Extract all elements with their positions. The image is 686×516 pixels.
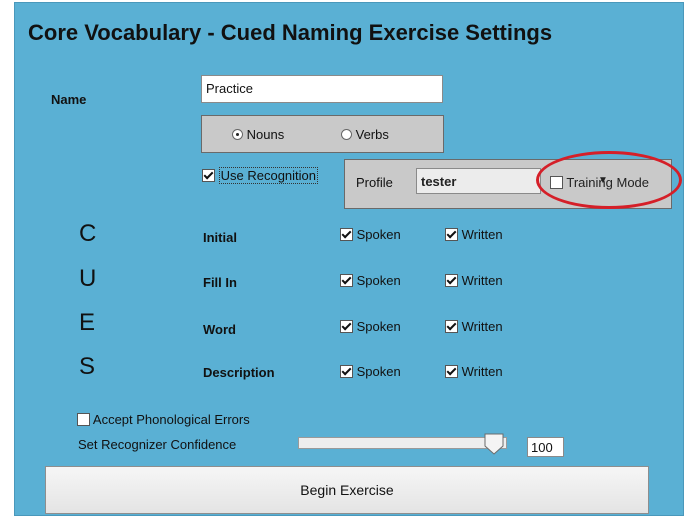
- written-label: Written: [461, 273, 503, 288]
- description-spoken-checkbox[interactable]: Spoken: [340, 364, 401, 379]
- verbs-radio[interactable]: Verbs: [341, 127, 389, 142]
- word-spoken-checkbox[interactable]: Spoken: [340, 319, 401, 334]
- page-title: Core Vocabulary - Cued Naming Exercise S…: [28, 20, 553, 45]
- cue-row-label: Description: [203, 365, 275, 380]
- spoken-label: Spoken: [356, 364, 401, 379]
- word-written-checkbox[interactable]: Written: [445, 319, 503, 334]
- nouns-radio-label: Nouns: [246, 127, 285, 142]
- fill-in-written-checkbox[interactable]: Written: [445, 273, 503, 288]
- cue-row-label: Fill In: [203, 275, 237, 290]
- settings-panel: Core Vocabulary - Cued Naming Exercise S…: [14, 2, 684, 516]
- accept-phonological-errors-checkbox[interactable]: Accept Phonological Errors: [77, 412, 250, 427]
- cue-row-label: Word: [203, 322, 236, 337]
- name-input[interactable]: Practice: [201, 75, 443, 103]
- description-written-checkbox[interactable]: Written: [445, 364, 503, 379]
- use-recognition-label: Use Recognition: [218, 167, 319, 184]
- check-icon: [340, 274, 353, 287]
- spoken-label: Spoken: [356, 227, 401, 242]
- name-label: Name: [51, 92, 87, 107]
- cue-letter-c: C: [79, 220, 97, 247]
- initial-spoken-checkbox[interactable]: Spoken: [340, 227, 401, 242]
- cue-row-label: Initial: [203, 230, 237, 245]
- spoken-label: Spoken: [356, 319, 401, 334]
- confidence-slider-track[interactable]: [298, 437, 507, 449]
- written-label: Written: [461, 227, 503, 242]
- check-icon: [77, 413, 90, 426]
- confidence-label: Set Recognizer Confidence: [78, 437, 237, 452]
- use-recognition-check-icon: [202, 169, 215, 182]
- check-icon: [340, 365, 353, 378]
- check-icon: [340, 228, 353, 241]
- confidence-slider-thumb[interactable]: [484, 433, 504, 455]
- initial-written-checkbox[interactable]: Written: [445, 227, 503, 242]
- check-icon: [340, 320, 353, 333]
- fill-in-spoken-checkbox[interactable]: Spoken: [340, 273, 401, 288]
- cue-letter-s: S: [79, 353, 96, 380]
- nouns-radio[interactable]: Nouns: [232, 127, 284, 142]
- use-recognition-checkbox[interactable]: Use Recognition: [202, 167, 319, 184]
- verbs-radio-icon: [341, 129, 352, 140]
- verbs-radio-label: Verbs: [355, 127, 389, 142]
- cue-letter-e: E: [79, 309, 96, 336]
- written-label: Written: [461, 319, 503, 334]
- confidence-value-field[interactable]: 100: [527, 437, 564, 457]
- nouns-radio-icon: [232, 129, 243, 140]
- cue-letter-u: U: [79, 265, 97, 292]
- word-type-group: Nouns Verbs: [201, 115, 444, 153]
- profile-select-value: tester: [421, 174, 457, 189]
- begin-exercise-button[interactable]: Begin Exercise: [45, 466, 649, 514]
- check-icon: [445, 365, 458, 378]
- accept-phonological-errors-label: Accept Phonological Errors: [92, 412, 250, 427]
- profile-select[interactable]: tester ▼: [416, 168, 608, 194]
- check-icon: [445, 274, 458, 287]
- training-mode-highlight-ellipse: [536, 151, 682, 209]
- written-label: Written: [461, 364, 503, 379]
- spoken-label: Spoken: [356, 273, 401, 288]
- check-icon: [445, 228, 458, 241]
- check-icon: [445, 320, 458, 333]
- profile-label: Profile: [356, 175, 393, 190]
